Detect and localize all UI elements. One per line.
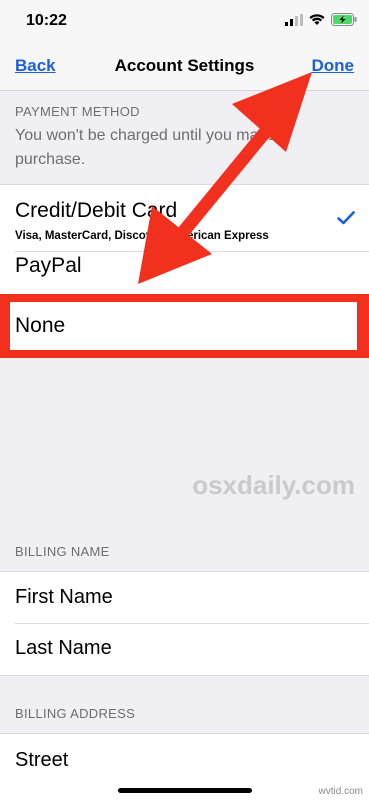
- none-label: None: [15, 314, 66, 337]
- payment-note: You won't be charged until you make a pu…: [15, 127, 289, 168]
- billing-address-group: Street: [0, 733, 369, 804]
- payment-option-none[interactable]: None: [10, 302, 357, 350]
- highlight-frame: None: [0, 294, 369, 358]
- watermark: osxdaily.com: [192, 470, 355, 500]
- billing-name-group: First Name Last Name: [0, 571, 369, 676]
- first-name-field[interactable]: First Name: [0, 572, 369, 623]
- last-name-label: Last Name: [15, 637, 112, 659]
- credit-card-sublabel: Visa, MasterCard, Discover, American Exp…: [15, 230, 269, 242]
- payment-option-credit-card[interactable]: Credit/Debit Card Visa, MasterCard, Disc…: [0, 185, 369, 251]
- street-field[interactable]: Street: [0, 734, 369, 790]
- last-name-field[interactable]: Last Name: [0, 624, 369, 674]
- annotation-arrow: [138, 72, 312, 284]
- payment-method-header: PAYMENT METHOD: [15, 104, 140, 119]
- credit-card-label: Credit/Debit Card: [15, 199, 178, 222]
- navigation-bar: Back Account Settings Done: [0, 44, 369, 91]
- credit-label: wvtid.com: [318, 786, 363, 797]
- done-button[interactable]: Done: [312, 56, 355, 76]
- payment-options-group: Credit/Debit Card Visa, MasterCard, Disc…: [0, 184, 369, 296]
- wifi-icon: [309, 13, 325, 25]
- cellular-signal-icon: [285, 13, 303, 26]
- street-label: Street: [15, 749, 69, 771]
- payment-option-paypal[interactable]: PayPal: [0, 252, 369, 294]
- first-name-label: First Name: [15, 586, 113, 608]
- paypal-label: PayPal: [15, 254, 82, 277]
- home-indicator: [118, 788, 252, 793]
- battery-charging-icon: [331, 13, 357, 26]
- billing-name-header: BILLING NAME: [15, 544, 110, 559]
- status-time: 10:22: [26, 12, 67, 29]
- checkmark-icon: [337, 211, 355, 225]
- status-bar: 10:22: [0, 0, 369, 44]
- status-icons: [285, 13, 357, 26]
- billing-address-header: BILLING ADDRESS: [15, 706, 136, 721]
